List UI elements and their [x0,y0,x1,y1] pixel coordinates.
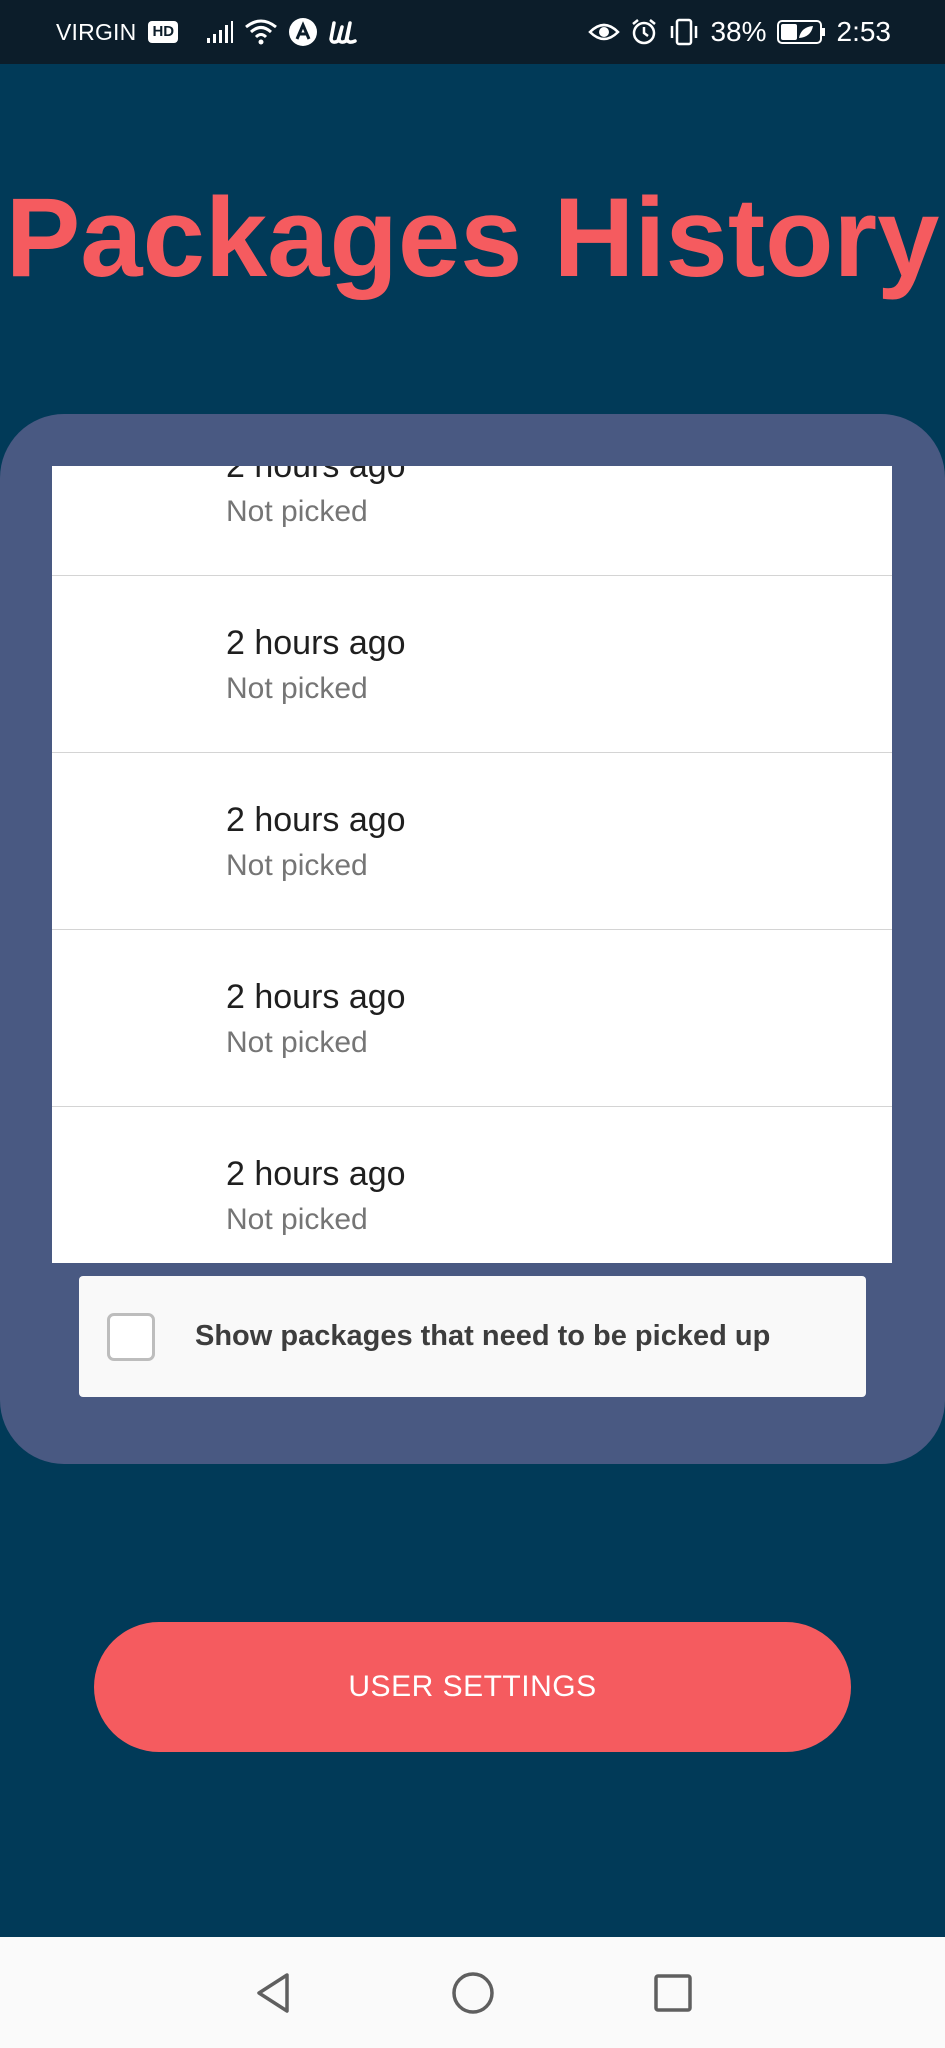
hd-badge: HD [148,21,179,43]
status-bar: VIRGIN HD 38% 2:53 [0,0,945,64]
page-title: Packages History [5,175,940,300]
recents-icon[interactable] [648,1968,698,2018]
package-status: Not picked [226,495,368,528]
battery-icon [776,19,827,45]
status-bar-left: VIRGIN HD [56,17,358,47]
eye-icon [588,20,621,44]
package-status: Not picked [226,849,368,882]
user-settings-button[interactable]: USER SETTINGS [94,1622,851,1752]
wifi-icon [244,18,278,46]
pickup-filter[interactable]: Show packages that need to be picked up [79,1276,866,1397]
navigation-bar [0,1937,945,2048]
list-item[interactable]: 2 hours ago Not picked [52,576,892,753]
signal-icon [206,20,234,44]
package-time: 2 hours ago [226,978,406,1016]
pickup-filter-checkbox[interactable] [107,1312,155,1361]
packages-card: 2 hours ago Not picked 2 hours ago Not p… [0,414,945,1464]
package-time: 2 hours ago [226,466,406,485]
clock-time: 2:53 [836,16,892,47]
package-status: Not picked [226,672,368,705]
pickup-filter-label[interactable]: Show packages that need to be picked up [195,1320,770,1353]
carrier-name: VIRGIN [56,18,137,45]
packages-list-inner: 2 hours ago Not picked 2 hours ago Not p… [52,466,892,1263]
alarm-icon [630,18,658,46]
package-time: 2 hours ago [226,1155,406,1193]
list-item[interactable]: 2 hours ago Not picked [52,1107,892,1263]
battery-percent: 38% [710,16,767,47]
package-time: 2 hours ago [226,624,406,662]
list-item[interactable]: 2 hours ago Not picked [52,930,892,1107]
status-bar-right: 38% 2:53 [588,16,891,48]
home-icon[interactable] [448,1968,498,2018]
vibrate-icon [668,18,700,46]
packages-list[interactable]: 2 hours ago Not picked 2 hours ago Not p… [52,466,892,1263]
back-icon[interactable] [248,1968,298,2018]
a-app-icon [288,17,318,47]
package-status: Not picked [226,1026,368,1059]
list-item[interactable]: 2 hours ago Not picked [52,753,892,930]
u-app-icon [328,17,358,47]
package-status: Not picked [226,1203,368,1236]
list-item[interactable]: 2 hours ago Not picked [52,466,892,576]
package-time: 2 hours ago [226,801,406,839]
